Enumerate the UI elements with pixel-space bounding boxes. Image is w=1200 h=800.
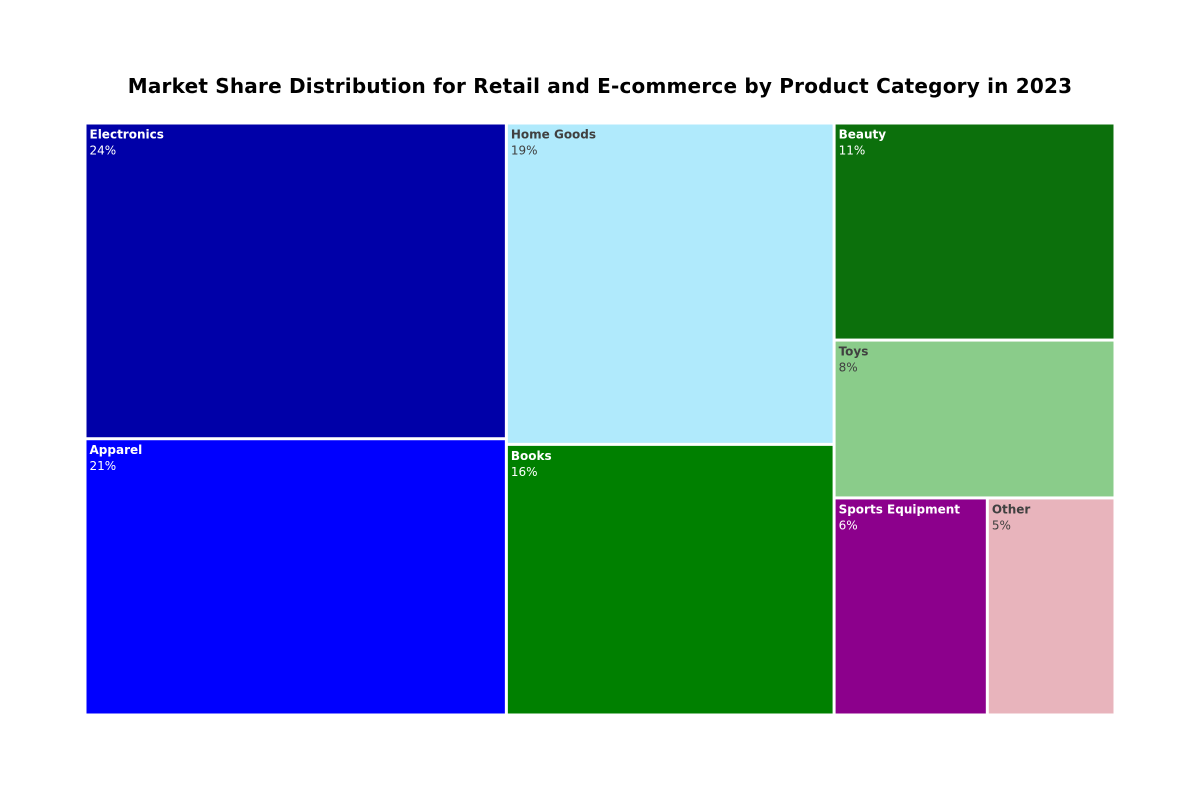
tile-rect-toys (835, 341, 1114, 497)
tile-apparel: Apparel 21% (86, 440, 505, 714)
tile-home-goods: Home Goods 19% (507, 124, 833, 443)
tile-rect-electronics (86, 124, 505, 438)
tile-label-toys: Toys (839, 345, 869, 359)
tile-label-books: Books (511, 449, 552, 463)
treemap-chart: Electronics 24% Apparel 21% Home Goods 19% Boo… (86, 124, 1114, 714)
tile-other: Other 5% (988, 499, 1114, 714)
tile-value-books: 16% (511, 465, 538, 479)
tile-value-electronics: 24% (90, 144, 117, 158)
chart-root: Electronics 24% Apparel 21% Home Goods 19% Boo… (0, 0, 1200, 800)
chart-title: Market Share Distribution for Retail and… (127, 74, 1073, 98)
tile-value-beauty: 11% (839, 144, 866, 158)
tile-value-apparel: 21% (90, 459, 117, 473)
tile-toys: Toys 8% (835, 341, 1114, 497)
tile-rect-sports-equipment (835, 499, 986, 714)
tile-rect-beauty (835, 124, 1114, 339)
tile-rect-home-goods (507, 124, 833, 443)
tile-value-toys: 8% (839, 361, 858, 375)
tile-beauty: Beauty 11% (835, 124, 1114, 339)
tile-rect-apparel (86, 440, 505, 714)
tile-label-electronics: Electronics (90, 128, 164, 142)
tile-label-sports-equipment: Sports Equipment (839, 502, 961, 516)
tile-value-home-goods: 19% (511, 144, 538, 158)
tile-electronics: Electronics 24% (86, 124, 505, 438)
tile-books: Books 16% (507, 445, 833, 714)
tile-label-home-goods: Home Goods (511, 128, 596, 142)
tile-value-sports-equipment: 6% (839, 518, 858, 532)
tile-label-other: Other (992, 502, 1031, 516)
tile-sports-equipment: Sports Equipment 6% (835, 499, 986, 714)
tile-rect-books (507, 445, 833, 714)
tile-label-apparel: Apparel (90, 443, 143, 457)
tile-value-other: 5% (992, 518, 1011, 532)
tile-label-beauty: Beauty (839, 128, 887, 142)
